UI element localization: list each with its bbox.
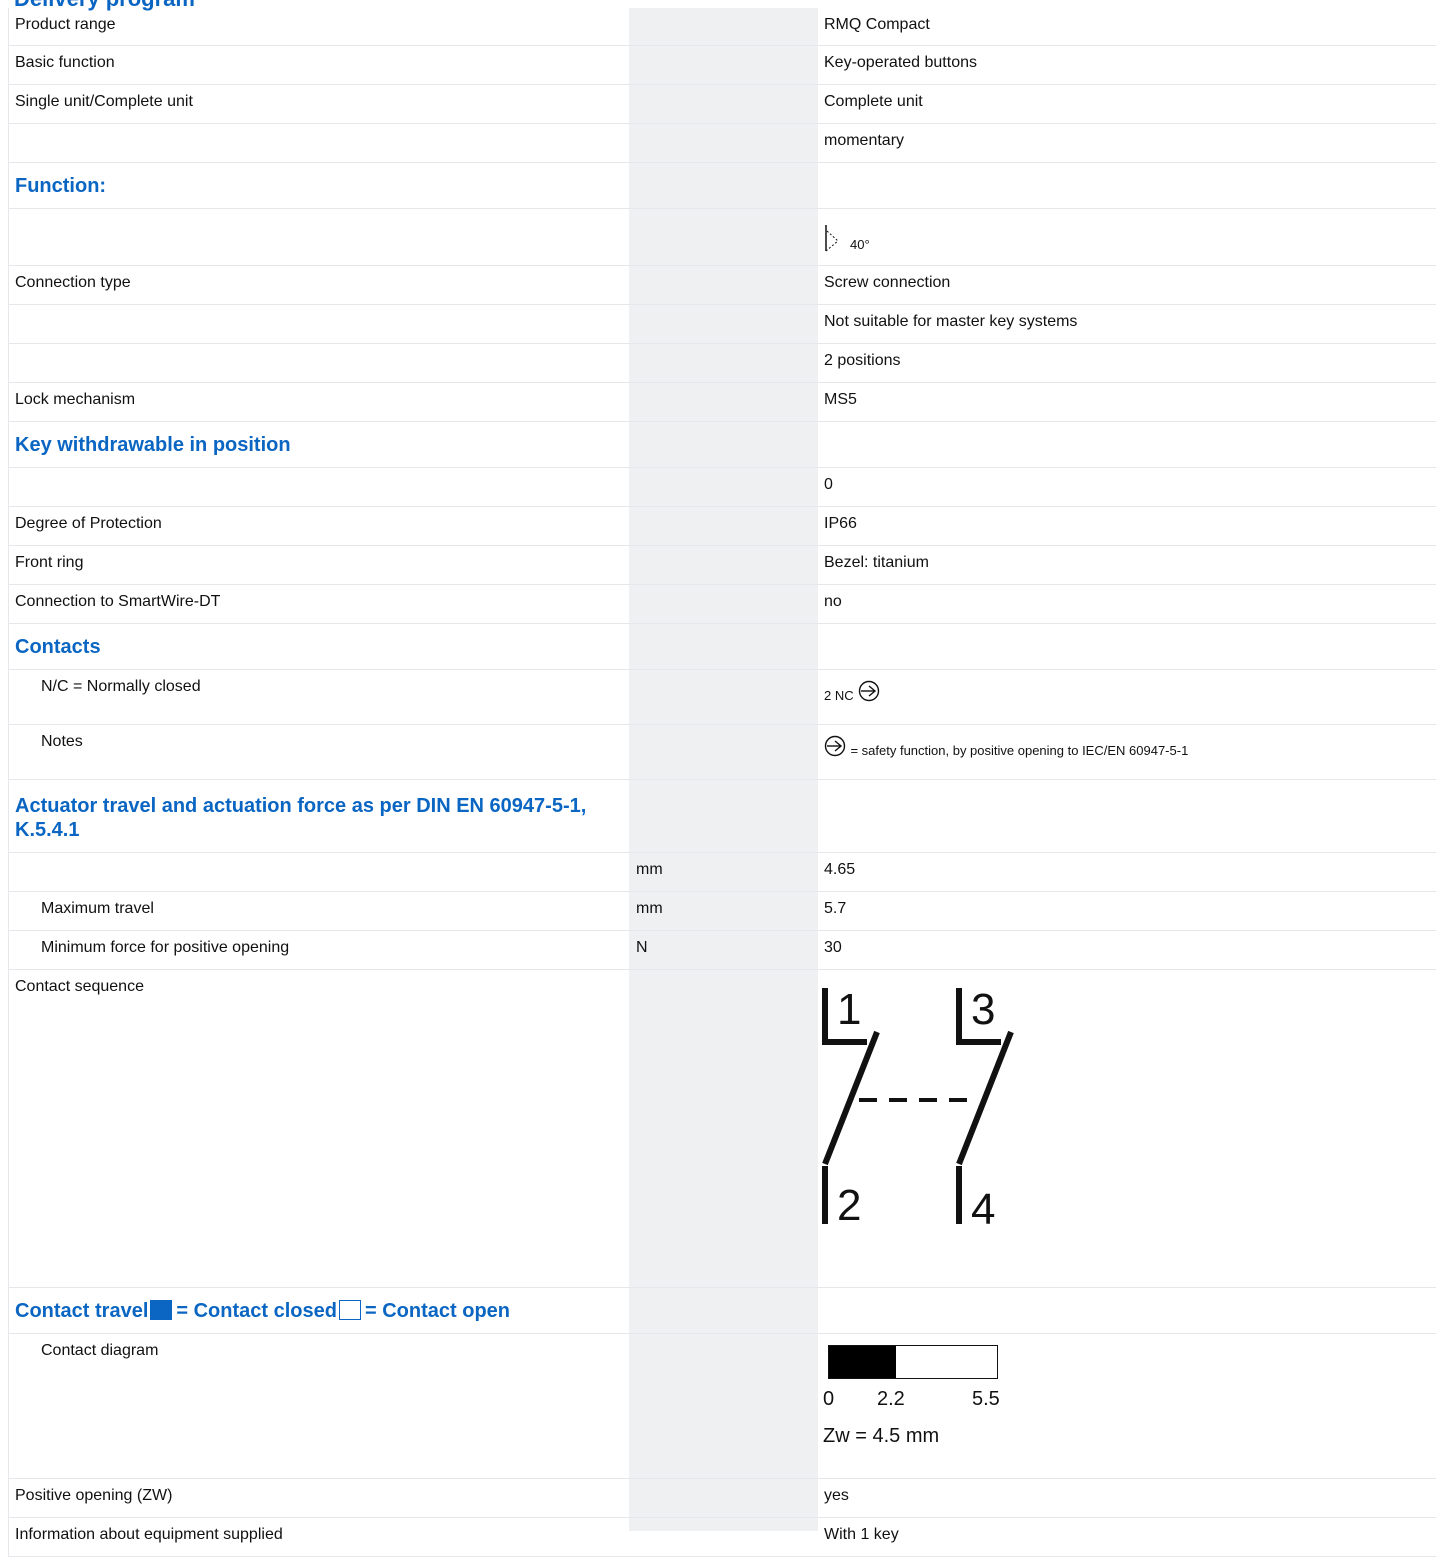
- row-value: MS5: [824, 391, 857, 408]
- terminal-label: 3: [971, 985, 995, 1034]
- row-smartwire: Connection to SmartWire-DT no: [9, 585, 1436, 624]
- tick-label: 5.5: [972, 1388, 1000, 1410]
- row-value: 5.7: [824, 900, 847, 917]
- section-heading: Contacts: [15, 636, 101, 658]
- row-label: Product range: [15, 16, 116, 33]
- spec-table: Product range RMQ Compact Basic function…: [8, 8, 1436, 1557]
- row-connection-type: Connection type Screw connection: [9, 266, 1436, 305]
- row-label: Minimum force for positive opening: [41, 939, 290, 956]
- row-nc: N/C = Normally closed 2 NC: [9, 670, 1436, 725]
- row-unit: N: [636, 939, 648, 956]
- tick-label: 0: [823, 1388, 835, 1410]
- row-value: Not suitable for master key systems: [824, 313, 1078, 330]
- section-key-withdrawable: Key withdrawable in position: [9, 422, 1436, 468]
- row-unit: mm: [636, 861, 663, 878]
- section-function: Function:: [9, 163, 1436, 209]
- row-contact-sequence: Contact sequence 1 2 3 4: [9, 970, 1436, 1288]
- row-label: Contact diagram: [41, 1342, 159, 1359]
- row-value: Complete unit: [824, 93, 923, 110]
- section-heading: Actuator travel and actuation force as p…: [15, 794, 586, 842]
- row-basic-function: Basic function Key-operated buttons: [9, 46, 1436, 85]
- row-value: IP66: [824, 515, 857, 532]
- row-value: yes: [824, 1487, 849, 1504]
- section-contacts: Contacts: [9, 624, 1436, 670]
- row-master-key: Not suitable for master key systems: [9, 305, 1436, 344]
- section-heading-line1: Actuator travel and actuation force as p…: [15, 795, 587, 817]
- row-value: no: [824, 593, 842, 610]
- positive-opening-icon: [824, 735, 846, 757]
- row-travel: mm 4.65: [9, 853, 1436, 892]
- row-value: 0: [824, 476, 833, 493]
- zw-text: Zw = 4.5 mm: [823, 1425, 940, 1447]
- row-degree-protection: Degree of Protection IP66: [9, 507, 1436, 546]
- contact-closed-text: = Contact closed: [176, 1300, 337, 1322]
- row-label: Notes: [41, 733, 83, 750]
- section-heading: Key withdrawable in position: [15, 434, 291, 456]
- row-label: Information about equipment supplied: [15, 1526, 283, 1543]
- section-actuator: Actuator travel and actuation force as p…: [9, 780, 1436, 853]
- row-max-travel: Maximum travel mm 5.7: [9, 892, 1436, 931]
- row-min-force: Minimum force for positive opening N 30: [9, 931, 1436, 970]
- positive-opening-icon: [858, 680, 880, 702]
- section-contact-travel: Contact travel = Contact closed = Contact …: [9, 1288, 1436, 1334]
- row-label: N/C = Normally closed: [41, 678, 201, 695]
- row-label: Lock mechanism: [15, 391, 136, 408]
- terminal-label: 2: [837, 1181, 861, 1230]
- tick-label: 2.2: [877, 1388, 905, 1410]
- row-product-range: Product range RMQ Compact: [9, 8, 1436, 46]
- row-value: momentary: [824, 132, 905, 149]
- row-front-ring: Front ring Bezel: titanium: [9, 546, 1436, 585]
- key-angle-icon: [825, 225, 839, 252]
- closed-legend-swatch: [150, 1300, 173, 1320]
- contact-closed-segment: [829, 1346, 897, 1378]
- row-label: Basic function: [15, 54, 115, 71]
- section-heading: Function:: [15, 175, 107, 197]
- row-positive-opening: Positive opening (ZW) yes: [9, 1479, 1436, 1518]
- row-value: 2 positions: [824, 352, 901, 369]
- row-notes: Notes = safety function, by positive ope…: [9, 725, 1436, 780]
- row-value: Screw connection: [824, 274, 951, 291]
- row-value: = safety function, by positive opening t…: [824, 735, 1188, 760]
- row-label: Front ring: [15, 554, 84, 571]
- notes-value: = safety function, by positive opening t…: [850, 743, 1189, 758]
- row-unit: mm: [636, 900, 663, 917]
- section-heading-line2: K.5.4.1: [15, 819, 80, 841]
- row-label: Connection to SmartWire-DT: [15, 593, 221, 610]
- row-value: Key-operated buttons: [824, 54, 977, 71]
- terminal-label: 4: [971, 1185, 995, 1234]
- contact-travel-bar: [828, 1345, 998, 1379]
- row-value: 30: [824, 939, 842, 956]
- open-legend-swatch: [338, 1300, 361, 1320]
- row-label: Positive opening (ZW): [15, 1487, 173, 1504]
- row-value: Bezel: titanium: [824, 554, 929, 571]
- row-contact-diagram: Contact diagram 0 2.2 5.5 Zw = 4.5 mm: [9, 1334, 1436, 1479]
- row-label: Contact sequence: [15, 978, 144, 995]
- terminal-label: 1: [837, 985, 861, 1034]
- row-angle: 40°: [9, 209, 1436, 266]
- row-label: Single unit/Complete unit: [15, 93, 193, 110]
- row-unit: Single unit/Complete unit Complete unit: [9, 85, 1436, 124]
- row-key-position: 0: [9, 468, 1436, 507]
- section-heading: Contact travel = Contact closed = Contact …: [15, 1299, 510, 1323]
- contact-travel-text: Contact travel: [15, 1300, 149, 1322]
- nc-value: 2 NC: [824, 688, 854, 703]
- contact-sequence-diagram: 1 2 3 4: [822, 985, 1014, 1234]
- row-label: Connection type: [15, 274, 131, 291]
- row-value: 2 NC: [824, 680, 880, 705]
- row-label: Degree of Protection: [15, 515, 162, 532]
- row-momentary: momentary: [9, 124, 1436, 163]
- row-label: Maximum travel: [41, 900, 154, 917]
- angle-value: 40°: [850, 237, 870, 252]
- contact-open-text: = Contact open: [364, 1300, 510, 1322]
- row-lock-mechanism: Lock mechanism MS5: [9, 383, 1436, 422]
- row-value: 40°: [824, 223, 870, 254]
- row-equipment: Information about equipment supplied Wit…: [9, 1518, 1436, 1557]
- row-value: With 1 key: [824, 1526, 899, 1543]
- row-value: RMQ Compact: [824, 16, 930, 33]
- row-value: 4.65: [824, 861, 856, 878]
- row-positions: 2 positions: [9, 344, 1436, 383]
